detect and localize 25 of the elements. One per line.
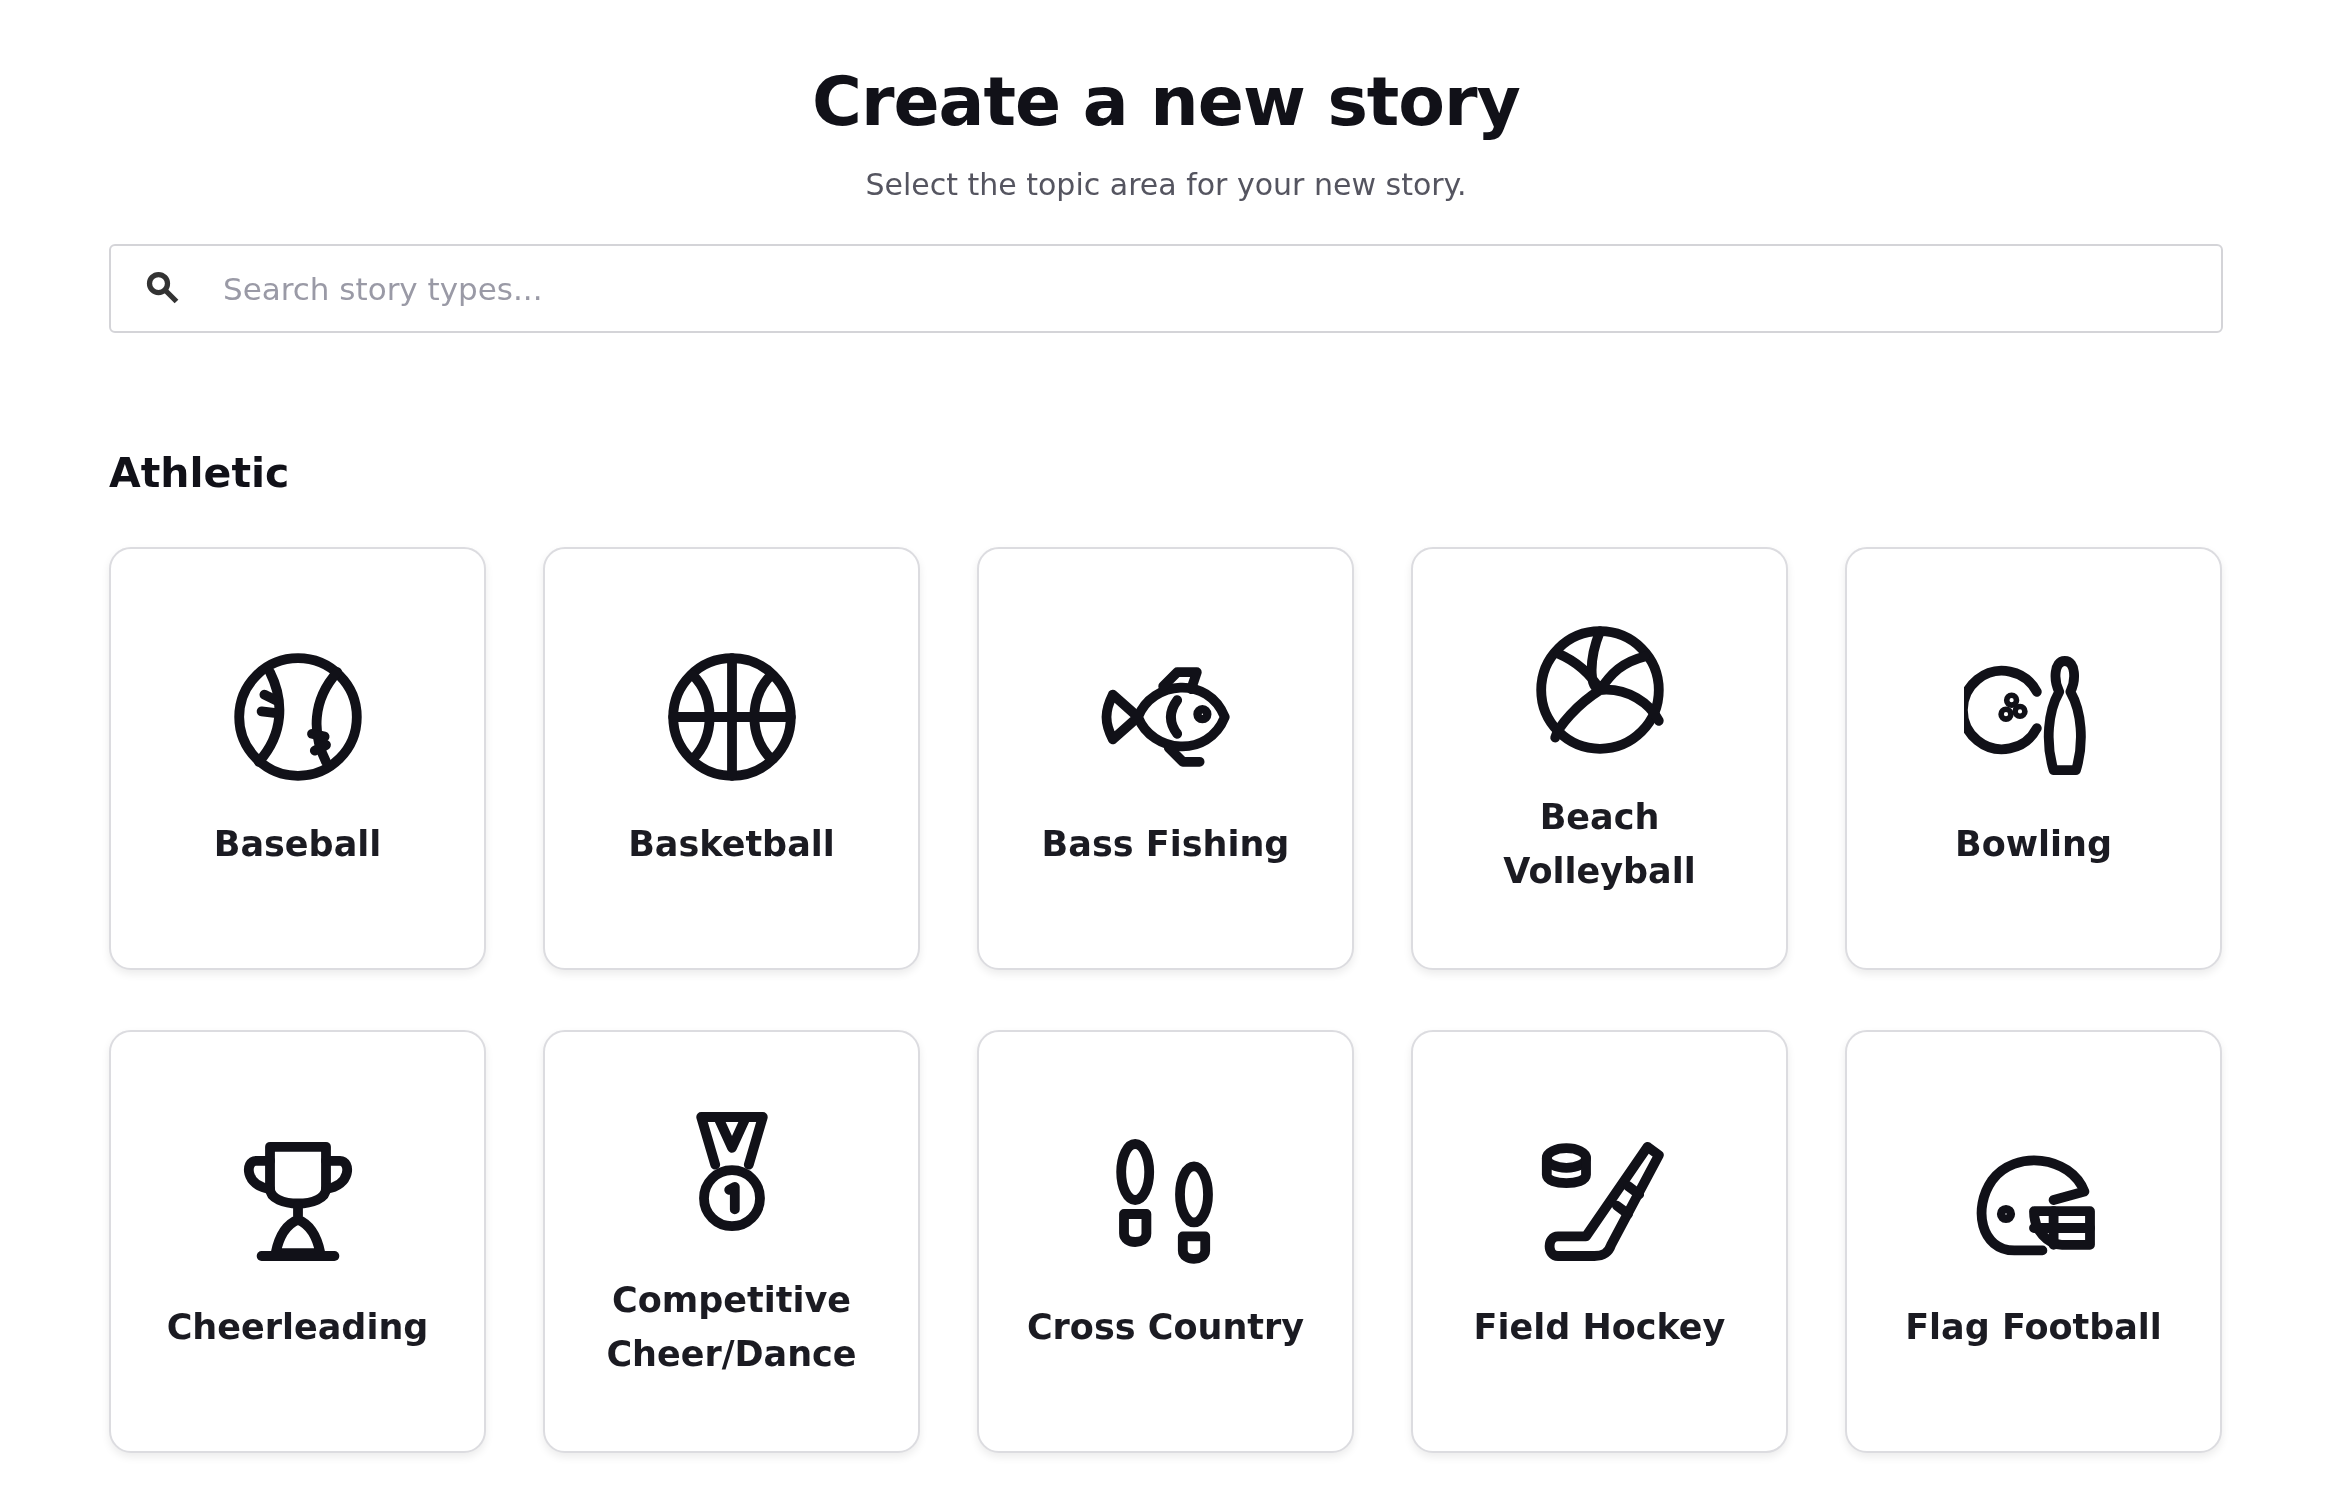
page-title: Create a new story: [811, 62, 1521, 141]
page-subtitle: Select the topic area for your new story.: [864, 167, 1468, 202]
story-type-card[interactable]: Flag Football: [1845, 1030, 2222, 1453]
story-type-card[interactable]: Beach Volleyball: [1411, 547, 1788, 970]
search-icon: [145, 270, 181, 306]
story-type-card[interactable]: Basketball: [543, 547, 920, 970]
card-label: Cross Country: [1026, 1305, 1305, 1349]
card-label: Cheerleading: [166, 1305, 429, 1349]
card-label: Beach Volleyball: [1502, 795, 1697, 893]
card-label: Flag Football: [1905, 1305, 2162, 1349]
story-type-card[interactable]: Bass Fishing: [977, 547, 1354, 970]
card-label: Competitive Cheer/Dance: [605, 1278, 858, 1376]
card-label: Field Hockey: [1473, 1305, 1726, 1349]
card-label: Bowling: [1955, 822, 2112, 866]
story-type-card[interactable]: Field Hockey: [1411, 1030, 1788, 1453]
story-type-card[interactable]: Baseball: [109, 547, 486, 970]
story-type-card[interactable]: Cross Country: [977, 1030, 1354, 1453]
card-label: Bass Fishing: [1041, 822, 1290, 866]
search-field[interactable]: Search story types...: [109, 244, 2223, 333]
story-type-card[interactable]: Bowling: [1845, 547, 2222, 970]
section-heading: Athletic: [109, 449, 291, 497]
story-type-card[interactable]: Cheerleading: [109, 1030, 486, 1453]
card-label: Basketball: [628, 822, 835, 866]
card-label: Baseball: [213, 822, 382, 866]
story-type-card[interactable]: Competitive Cheer/Dance: [543, 1030, 920, 1453]
